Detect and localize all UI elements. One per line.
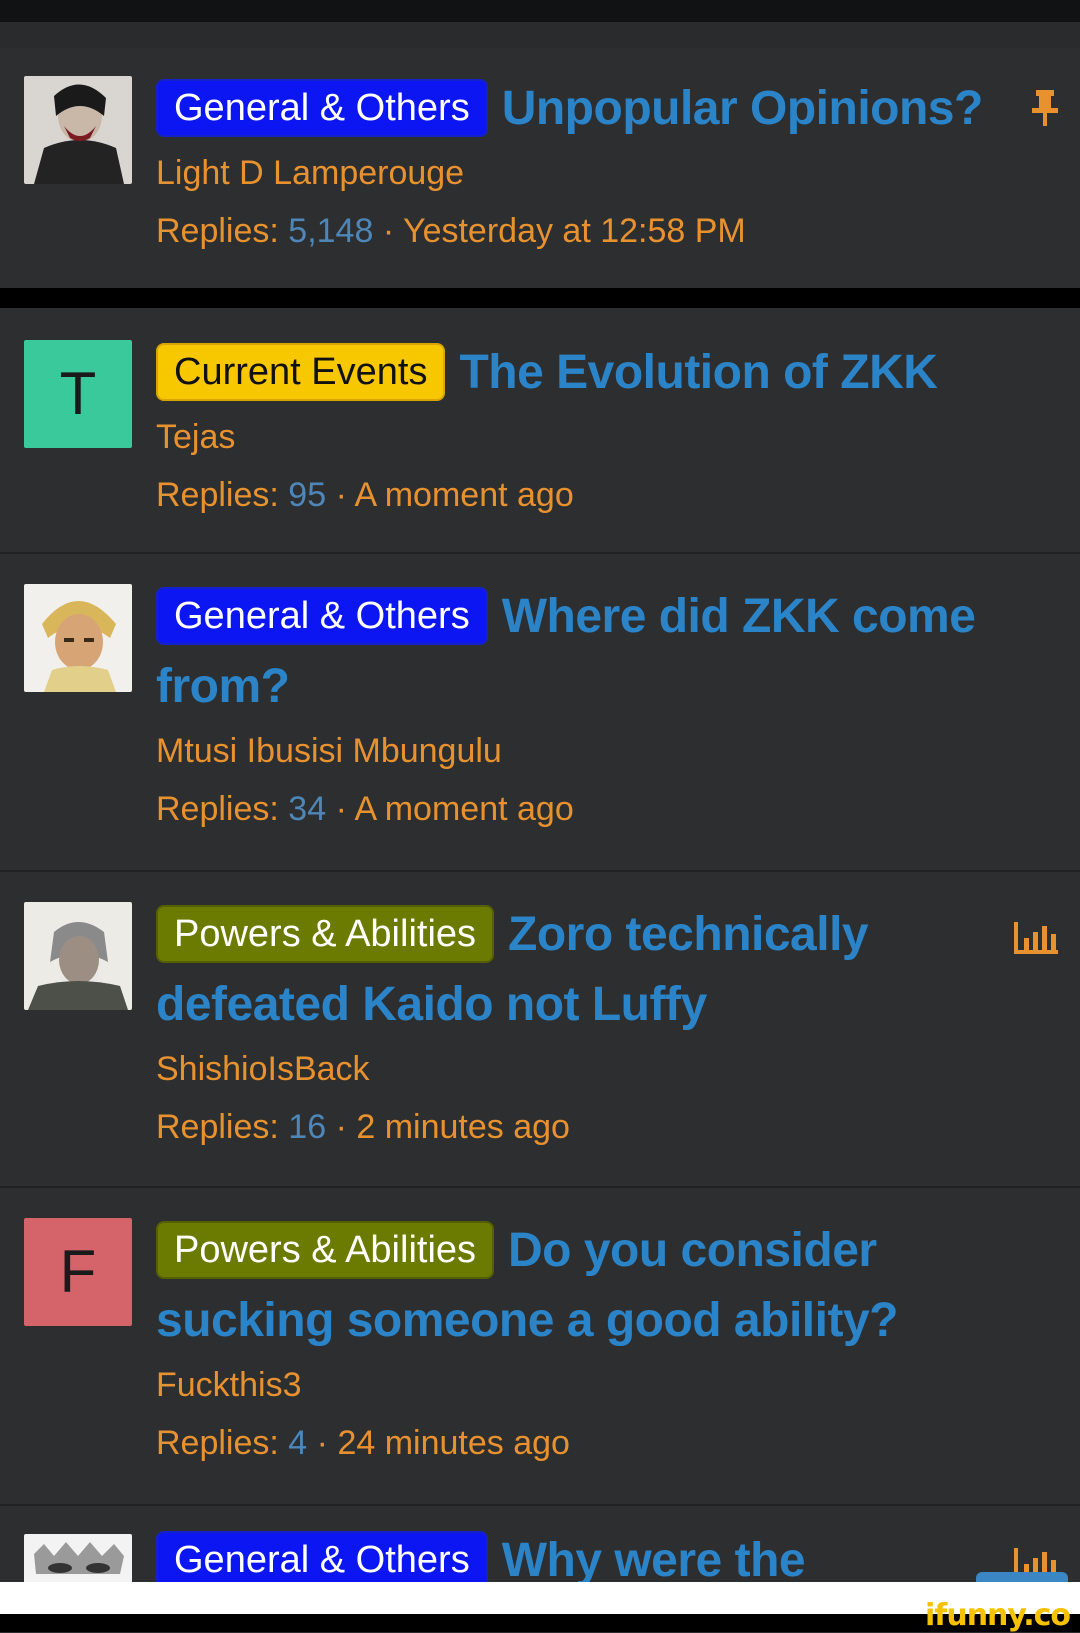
avatar[interactable]: T: [24, 340, 132, 448]
replies-count: 34: [288, 790, 327, 828]
thread-prefix[interactable]: Powers & Abilities: [156, 905, 495, 963]
thread-author[interactable]: Light D Lamperouge: [156, 144, 1062, 202]
meta-separator: ·: [382, 212, 395, 250]
thread-prefix[interactable]: General & Others: [156, 79, 488, 137]
thread-item[interactable]: F Powers & Abilities Do you consider suck…: [0, 1188, 1080, 1506]
scroll-to-top-button[interactable]: [976, 1572, 1068, 1582]
last-post-time[interactable]: 24 minutes ago: [337, 1424, 570, 1462]
meta-separator: ·: [316, 1424, 328, 1462]
thread-item[interactable]: General & Others Why were the: [0, 1506, 1080, 1582]
thread-author[interactable]: Mtusi Ibusisi Mbungulu: [156, 722, 1062, 780]
thread-meta: Replies: 95 · A moment ago: [156, 466, 1062, 524]
replies-count: 4: [288, 1424, 308, 1462]
replies-count: 16: [288, 1108, 327, 1146]
avatar-letter: F: [59, 1238, 97, 1305]
replies-label: Replies:: [156, 476, 279, 514]
avatar[interactable]: [24, 902, 132, 1010]
thread-title[interactable]: Why were the: [502, 1534, 806, 1582]
replies-label: Replies:: [156, 212, 279, 250]
thread-author[interactable]: Tejas: [156, 408, 1062, 466]
pin-icon: [1030, 88, 1060, 138]
meta-separator: ·: [335, 1108, 347, 1146]
replies-count: 5,148: [288, 212, 374, 250]
thread-title[interactable]: The Evolution of ZKK: [459, 346, 937, 399]
watermark-bar: [0, 1614, 1080, 1632]
thread-meta: Replies: 16 · 2 minutes ago: [156, 1098, 1062, 1156]
last-post-time[interactable]: 2 minutes ago: [356, 1108, 570, 1146]
replies-label: Replies:: [156, 790, 279, 828]
meta-separator: ·: [335, 476, 347, 514]
section-divider: [0, 288, 1080, 308]
avatar[interactable]: [24, 76, 132, 184]
replies-count: 95: [288, 476, 327, 514]
last-post-time[interactable]: Yesterday at 12:58 PM: [403, 212, 746, 250]
thread-meta: Replies: 5,148 · Yesterday at 12:58 PM: [156, 202, 1062, 260]
thread-title[interactable]: Unpopular Opinions?: [502, 82, 984, 135]
thread-prefix[interactable]: Current Events: [156, 343, 446, 401]
thread-meta: Replies: 34 · A moment ago: [156, 780, 1062, 838]
watermark-logo: ifunny.co: [925, 1598, 1071, 1633]
thread-prefix[interactable]: General & Others: [156, 587, 488, 645]
thread-author[interactable]: ShishioIsBack: [156, 1040, 1062, 1098]
thread-author[interactable]: Fuckthis3: [156, 1356, 1062, 1414]
thread-item[interactable]: T Current Events The Evolution of ZKK Tej…: [0, 308, 1080, 554]
replies-label: Replies:: [156, 1424, 279, 1462]
footer-strip: [0, 1582, 1080, 1614]
header-divider: [0, 0, 1080, 22]
last-post-time[interactable]: A moment ago: [354, 790, 573, 828]
avatar[interactable]: [24, 1534, 132, 1582]
avatar-letter: T: [59, 360, 97, 427]
meta-separator: ·: [335, 790, 347, 828]
thread-prefix[interactable]: Powers & Abilities: [156, 1221, 495, 1279]
replies-label: Replies:: [156, 1108, 279, 1146]
last-post-time[interactable]: A moment ago: [354, 476, 573, 514]
thread-prefix[interactable]: General & Others: [156, 1531, 488, 1582]
thread-item[interactable]: General & Others Unpopular Opinions? Ligh…: [0, 48, 1080, 288]
thread-item[interactable]: General & Others Where did ZKK come from?…: [0, 554, 1080, 872]
thread-item[interactable]: Powers & Abilities Zoro technically defea…: [0, 872, 1080, 1188]
thread-meta: Replies: 4 · 24 minutes ago: [156, 1414, 1062, 1472]
avatar[interactable]: [24, 584, 132, 692]
avatar[interactable]: F: [24, 1218, 132, 1326]
poll-icon: [1012, 920, 1060, 961]
